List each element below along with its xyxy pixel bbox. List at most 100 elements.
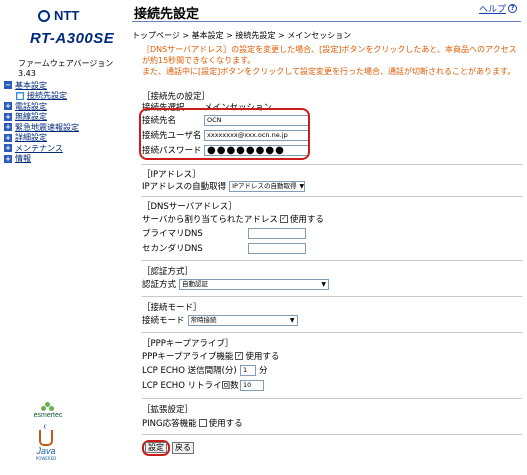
ntt-circle-icon xyxy=(38,9,50,22)
dns-assigned-check-label: 使用する xyxy=(289,215,324,225)
set-button[interactable]: 設定 xyxy=(145,442,167,453)
keepalive-interval-label: LCP ECHO 送信間隔(分) xyxy=(142,366,237,376)
divider xyxy=(142,196,522,197)
keepalive-retry-input[interactable]: 10 xyxy=(240,379,264,391)
auth-row: 認証方式 自動認証 ▼ xyxy=(142,278,330,290)
keepalive-feature-row: PPPキープアライブ機能 ✓ 使用する xyxy=(142,350,279,362)
notice-line: また、通話中に[設定]ボタンをクリックして設定変更を行った場合、通話が切断される… xyxy=(142,67,516,76)
divider xyxy=(142,296,522,297)
divider xyxy=(142,260,522,261)
java-logo: Java POWERED xyxy=(34,424,58,461)
esmertec-text: esmertec xyxy=(33,412,63,419)
esmertec-logo: esmertec xyxy=(28,402,68,419)
divider xyxy=(142,332,522,333)
notice-line: ［DNSサーバアドレス］の設定を変更した場合、[設定]ボタンをクリックしたあと、… xyxy=(142,45,517,65)
ping-check-label: 使用する xyxy=(208,419,243,429)
nav-label[interactable]: 無線設定 xyxy=(15,111,47,122)
highlight-frame xyxy=(139,108,310,160)
expand-icon[interactable]: + xyxy=(4,133,12,142)
nav-item-connection[interactable]: ■ 接続先設定 xyxy=(4,91,79,102)
nav-label[interactable]: 基本設定 xyxy=(15,80,47,91)
nav-item-wireless[interactable]: + 無線設定 xyxy=(4,112,79,123)
dns-secondary-row: セカンダリDNS xyxy=(142,242,306,254)
nav-item-info[interactable]: + 情報 xyxy=(4,154,79,165)
section-auth: ［認証方式］ xyxy=(142,267,194,277)
sidebar-nav: − 基本設定 ■ 接続先設定 + 電話設定 + 無線設定 + 緊急地震速報設定 … xyxy=(4,80,79,164)
mode-value: 常時接続 xyxy=(190,315,217,324)
brand-text: NTT xyxy=(54,8,80,23)
keepalive-interval-row: LCP ECHO 送信間隔(分) 1 分 xyxy=(142,364,268,376)
divider xyxy=(142,164,522,165)
ping-label: PING応答機能 xyxy=(142,419,197,429)
java-cup-icon xyxy=(39,424,53,446)
section-keepalive: ［PPPキープアライブ］ xyxy=(142,339,234,349)
collapse-icon[interactable]: − xyxy=(4,81,12,90)
nav-item-maintenance[interactable]: + メンテナンス xyxy=(4,143,79,154)
keepalive-retry-row: LCP ECHO リトライ回数 10 xyxy=(142,379,264,391)
dropdown-arrow-icon: ▼ xyxy=(321,280,327,288)
nav-item-basic[interactable]: − 基本設定 xyxy=(4,80,79,91)
expand-icon[interactable]: + xyxy=(4,112,12,121)
mode-select[interactable]: 常時接続 ▼ xyxy=(187,314,298,326)
mode-row: 接続モード 常時接続 ▼ xyxy=(142,314,298,326)
action-buttons: 設定 戻る xyxy=(142,440,194,456)
help-icon[interactable]: ? xyxy=(508,4,517,13)
keepalive-retry-label: LCP ECHO リトライ回数 xyxy=(142,381,239,391)
main-content: 接続先設定 ヘルプ ? トップページ > 基本設定 > 接続先設定 > メインセ… xyxy=(132,0,525,475)
keepalive-interval-input[interactable]: 1 xyxy=(240,364,256,376)
page-header: 接続先設定 ヘルプ ? xyxy=(132,0,521,22)
ip-auto-select[interactable]: IPアドレスの自動取得 ▼ xyxy=(229,180,306,192)
divider xyxy=(142,434,522,435)
mode-label: 接続モード xyxy=(142,316,185,326)
breadcrumb: トップページ > 基本設定 > 接続先設定 > メインセッション xyxy=(132,31,352,40)
dns-secondary-input[interactable] xyxy=(248,242,306,254)
ping-row: PING応答機能 使用する xyxy=(142,417,243,429)
expand-icon[interactable]: + xyxy=(4,144,12,153)
nav-label[interactable]: 電話設定 xyxy=(15,101,47,112)
help-label[interactable]: ヘルプ xyxy=(479,2,506,15)
help-link[interactable]: ヘルプ ? xyxy=(479,2,517,15)
keepalive-interval-unit: 分 xyxy=(259,366,268,376)
dns-assigned-checkbox[interactable]: ✓ xyxy=(279,215,288,223)
nav-item-earthquake[interactable]: + 緊急地震速報設定 xyxy=(4,122,79,133)
auth-select[interactable]: 自動認証 ▼ xyxy=(179,278,330,290)
set-button-highlight: 設定 xyxy=(142,440,170,456)
java-text: Java xyxy=(36,446,56,456)
dns-primary-label: プライマリDNS xyxy=(142,229,203,239)
esmertec-icon xyxy=(41,402,55,412)
nav-label[interactable]: 詳細設定 xyxy=(15,132,47,143)
section-ip: ［IPアドレス］ xyxy=(142,170,201,180)
expand-icon[interactable]: + xyxy=(4,102,12,111)
java-powered-text: POWERED xyxy=(35,456,57,461)
dns-assigned-row: サーバから割り当てられたアドレス ✓ 使用する xyxy=(142,213,324,225)
auth-label: 認証方式 xyxy=(142,280,177,290)
firmware-version: ファームウェアバージョン 3.43 xyxy=(18,59,114,78)
back-button[interactable]: 戻る xyxy=(172,442,194,454)
page-title: 接続先設定 xyxy=(134,7,200,22)
ip-auto-value: IPアドレスの自動取得 xyxy=(232,181,297,190)
auth-value: 自動認証 xyxy=(182,279,209,288)
dropdown-arrow-icon: ▼ xyxy=(289,316,295,324)
keepalive-check-label: 使用する xyxy=(245,352,280,362)
sidebar: NTT RT-A300SE ファームウェアバージョン 3.43 − 基本設定 ■… xyxy=(0,0,128,475)
expand-icon[interactable]: + xyxy=(4,123,12,132)
ntt-logo: NTT xyxy=(38,8,79,23)
keepalive-checkbox[interactable]: ✓ xyxy=(235,352,244,360)
nav-label[interactable]: 接続先設定 xyxy=(27,90,67,101)
nav-label[interactable]: 情報 xyxy=(15,153,31,164)
nav-item-phone[interactable]: + 電話設定 xyxy=(4,101,79,112)
nav-label[interactable]: 緊急地震速報設定 xyxy=(15,122,79,133)
expand-icon[interactable]: + xyxy=(4,154,12,163)
ip-auto-row: IPアドレスの自動取得 IPアドレスの自動取得 ▼ xyxy=(142,180,306,192)
section-mode: ［接続モード］ xyxy=(142,303,202,313)
nav-label[interactable]: メンテナンス xyxy=(15,143,63,154)
ping-checkbox[interactable] xyxy=(198,419,207,427)
nav-item-advanced[interactable]: + 詳細設定 xyxy=(4,133,79,144)
dns-primary-input[interactable] xyxy=(248,227,306,239)
dns-assigned-label: サーバから割り当てられたアドレス xyxy=(142,215,278,225)
keepalive-feature-label: PPPキープアライブ機能 xyxy=(142,352,234,362)
dns-secondary-label: セカンダリDNS xyxy=(142,244,203,254)
page-icon: ■ xyxy=(16,91,24,100)
dns-primary-row: プライマリDNS xyxy=(142,227,306,239)
notice-text: ［DNSサーバアドレス］の設定を変更した場合、[設定]ボタンをクリックしたあと、… xyxy=(142,44,522,77)
